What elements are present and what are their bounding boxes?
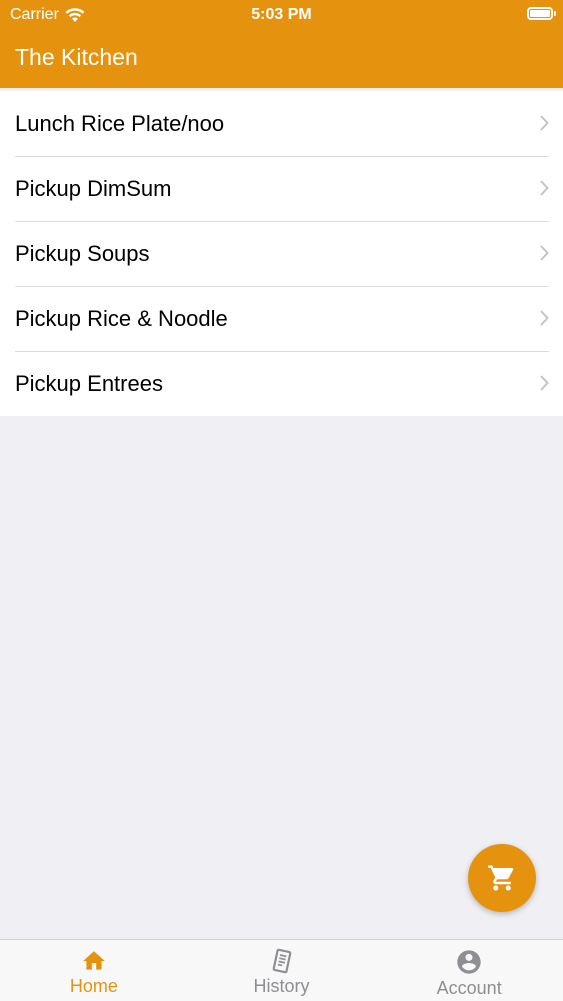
account-icon xyxy=(457,950,481,974)
cart-icon xyxy=(488,865,514,891)
list-item-label: Pickup Soups xyxy=(15,240,150,266)
list-item-pickup-dimsum[interactable]: Pickup DimSum xyxy=(0,156,563,221)
list-item-label: Pickup Entrees xyxy=(15,370,163,396)
menu-category-list: Lunch Rice Plate/noo Pickup DimSum Picku… xyxy=(0,91,563,416)
tab-home[interactable]: Home xyxy=(0,940,188,1001)
status-time: 5:03 PM xyxy=(251,6,312,23)
tab-label: Home xyxy=(69,976,118,996)
list-item-pickup-rice-noodle[interactable]: Pickup Rice & Noodle xyxy=(0,286,563,351)
chevron-right-icon xyxy=(540,180,549,196)
receipt-icon xyxy=(272,948,291,974)
list-item-label: Pickup Rice & Noodle xyxy=(15,305,228,331)
tab-label: History xyxy=(253,976,310,996)
list-item-pickup-entrees[interactable]: Pickup Entrees xyxy=(0,351,563,416)
list-item-lunch-rice-plate[interactable]: Lunch Rice Plate/noo xyxy=(0,91,563,156)
tab-account[interactable]: Account xyxy=(375,940,563,1001)
chevron-right-icon xyxy=(540,310,549,326)
tab-history[interactable]: History xyxy=(188,940,376,1001)
tab-label: Account xyxy=(436,978,502,998)
tab-bar: Home History Account xyxy=(0,939,563,1001)
cart-button[interactable] xyxy=(468,844,536,912)
list-item-pickup-soups[interactable]: Pickup Soups xyxy=(0,221,563,286)
battery-icon xyxy=(527,7,556,20)
chevron-right-icon xyxy=(540,115,549,131)
home-icon xyxy=(82,951,105,970)
navigation-bar: Carrier 5:03 PM The Kitchen xyxy=(0,0,563,88)
page-title: The Kitchen xyxy=(15,44,138,70)
list-item-label: Lunch Rice Plate/noo xyxy=(15,110,225,136)
status-bar: Carrier 5:03 PM xyxy=(0,0,563,30)
chevron-right-icon xyxy=(540,245,549,261)
chevron-right-icon xyxy=(540,375,549,391)
list-item-label: Pickup DimSum xyxy=(15,175,172,201)
